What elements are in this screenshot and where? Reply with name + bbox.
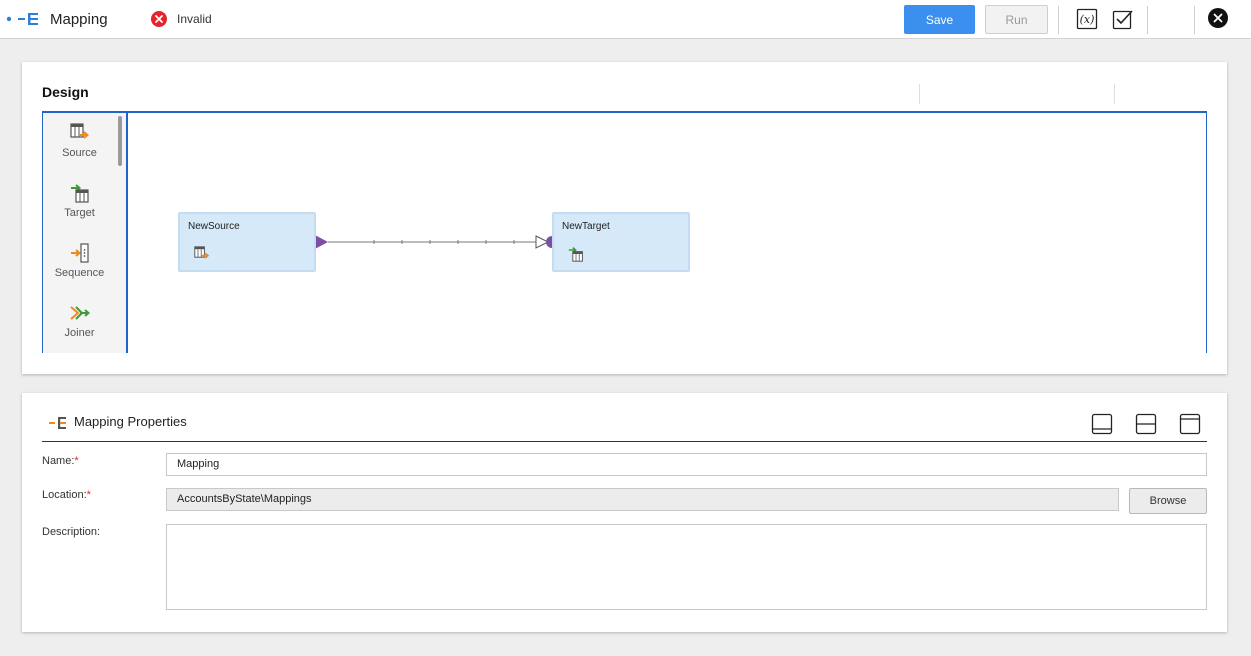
palette-item-label: Target: [64, 207, 95, 219]
panel-separator: [1114, 84, 1115, 104]
mapping-icon: [49, 417, 66, 429]
required-mark: *: [74, 455, 79, 467]
panel-separator: [919, 84, 920, 104]
palette-item-sequence[interactable]: Sequence: [43, 243, 116, 279]
node-new-target[interactable]: NewTarget: [552, 212, 690, 272]
name-label: Name:*: [42, 455, 79, 467]
mapping-canvas[interactable]: NewSource NewTarget: [128, 113, 1206, 353]
palette-item-label: Sequence: [54, 267, 105, 279]
source-icon: [194, 246, 210, 259]
sequence-icon: [70, 243, 89, 263]
validate-icon[interactable]: [1112, 8, 1134, 30]
node-new-source[interactable]: NewSource: [178, 212, 316, 272]
save-button[interactable]: Save: [904, 5, 975, 34]
palette-item-label: Joiner: [64, 327, 95, 339]
palette-item-label: Source: [62, 147, 97, 159]
parameters-icon[interactable]: (x): [1076, 8, 1098, 30]
design-panel: Design Source Target Sequence Joiner New…: [22, 62, 1227, 374]
design-title: Design: [42, 84, 89, 100]
svg-text:(x): (x): [1080, 13, 1095, 26]
target-icon: [568, 246, 583, 262]
design-area: Source Target Sequence Joiner NewSource …: [42, 111, 1207, 353]
joiner-icon: [69, 306, 90, 320]
required-mark: *: [86, 489, 91, 501]
palette-item-joiner[interactable]: Joiner: [43, 303, 116, 339]
page-title: Mapping: [50, 11, 108, 28]
name-label-text: Name:: [42, 455, 75, 467]
toolbar-separator: [1058, 6, 1059, 34]
properties-divider: [42, 441, 1207, 442]
top-bar: Mapping Invalid Save Run (x): [0, 0, 1251, 39]
properties-title: Mapping Properties: [74, 414, 187, 429]
toolbar-separator: [1147, 6, 1148, 34]
run-button[interactable]: Run: [985, 5, 1048, 34]
palette-scrollbar[interactable]: [118, 116, 122, 166]
description-label: Description:: [42, 526, 101, 538]
palette-item-source[interactable]: Source: [43, 123, 116, 159]
target-icon: [70, 184, 89, 203]
browse-button[interactable]: Browse: [1129, 488, 1207, 514]
mapping-icon: [6, 13, 38, 25]
palette-item-target[interactable]: Target: [43, 183, 116, 219]
node-label: NewSource: [188, 221, 240, 232]
location-field: AccountsByState\Mappings: [166, 488, 1119, 511]
dock-top-icon[interactable]: [1179, 413, 1201, 435]
location-label-text: Location:: [42, 489, 87, 501]
name-field[interactable]: Mapping: [166, 453, 1207, 476]
location-label: Location:*: [42, 489, 91, 501]
description-field[interactable]: [166, 524, 1207, 610]
status-text: Invalid: [177, 12, 212, 26]
dock-bottom-icon[interactable]: [1091, 413, 1113, 435]
node-label: NewTarget: [562, 221, 610, 232]
split-view-icon[interactable]: [1135, 413, 1157, 435]
source-icon: [69, 123, 89, 139]
properties-panel: Mapping Properties Name:* Mapping Locati…: [22, 393, 1227, 632]
close-icon[interactable]: [1208, 8, 1228, 28]
toolbar-separator: [1194, 6, 1195, 34]
error-status-icon: [151, 11, 167, 27]
transformation-palette: Source Target Sequence Joiner: [43, 113, 128, 353]
